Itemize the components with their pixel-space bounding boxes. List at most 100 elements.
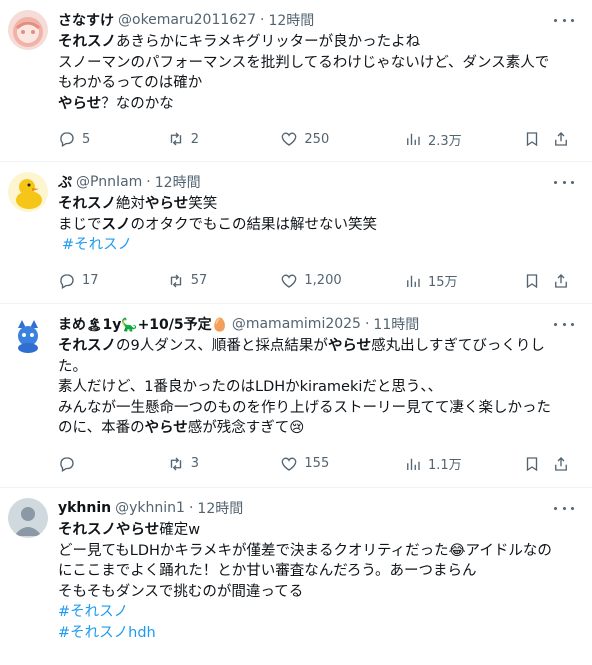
hashtag-link[interactable]: #それスノ (58, 602, 572, 623)
retweet-count: 3 (190, 456, 200, 471)
text-segment: やらせ (116, 522, 160, 538)
name-part: 1y (102, 317, 122, 333)
timeline: さなすけ @okemaru2011627 · 12時間 それスノあきらかにキラメ… (0, 0, 592, 665)
avatar[interactable] (8, 314, 48, 354)
display-name[interactable]: ykhnin (58, 500, 111, 516)
user-handle[interactable]: @PnnIam (76, 174, 142, 190)
reply-icon (60, 273, 74, 289)
text-segment: それスノ (58, 34, 116, 50)
views-button[interactable]: 2.3万 (404, 130, 523, 149)
text-line: まじでスノのオタクでもこの結果は解せない笑笑 (58, 215, 572, 236)
tweet[interactable]: さなすけ @okemaru2011627 · 12時間 それスノあきらかにキラメ… (0, 0, 592, 162)
separator-dot: · (364, 316, 370, 332)
text-line: スノーマンのパフォーマンスを批判してるわけじゃないけど、ダンス素人で (58, 53, 572, 74)
text-line: のに、本番のやらせ感が残念すぎて😢 (58, 418, 572, 439)
action-bar: 3 155 1.1万 (58, 445, 572, 483)
avatar[interactable] (8, 498, 48, 538)
bookmark-button[interactable] (523, 130, 553, 148)
text-segment: それスノ (58, 522, 116, 538)
display-name[interactable]: まめ🏝1y🦕+10/5予定🥚 (58, 314, 228, 334)
share-button[interactable] (552, 130, 572, 148)
retweet-button[interactable]: 2 (167, 130, 281, 148)
text-segment: 感が残念すぎて😢 (187, 420, 305, 436)
text-segment: まじで (58, 216, 102, 233)
timestamp[interactable]: 12時間 (268, 10, 314, 30)
text-segment: の9人ダンス、順番と採点結果が (116, 338, 328, 354)
text-segment: やらせ (145, 196, 189, 212)
heart-icon (282, 132, 297, 146)
reply-button[interactable]: 5 (58, 130, 167, 148)
tweet[interactable]: ykhnin @ykhnin1 · 12時間 それスノやらせ確定w どー見てもL… (0, 488, 592, 665)
text-segment: ？なのかな (101, 95, 174, 112)
heart-icon (282, 457, 297, 471)
like-button[interactable]: 155 (280, 455, 404, 473)
text-segment: みんなが一生懸命一つのものを作り上げるストーリー見てて凄く楽しかった (58, 399, 551, 416)
tweet-text: それスノ絶対やらせ笑笑 まじでスノのオタクでもこの結果は解せない笑笑 #それスノ (58, 194, 572, 256)
text-line: それスノあきらかにキラメキグリッターが良かったよね (58, 32, 572, 53)
hashtag-link[interactable]: #それスノhdh (58, 623, 572, 644)
more-icon[interactable] (554, 14, 574, 26)
share-icon (555, 456, 568, 471)
reply-button[interactable]: 17 (58, 272, 167, 290)
share-icon (555, 132, 568, 146)
text-line: た。 (58, 357, 572, 378)
views-icon (407, 275, 420, 287)
heart-icon (282, 274, 297, 288)
text-segment: のオタクでもこの結果は解せない笑笑 (130, 216, 378, 233)
hashtag-link[interactable]: #それスノ (58, 235, 572, 256)
bookmark-icon (526, 273, 537, 288)
avatar[interactable] (8, 172, 48, 212)
share-button[interactable] (552, 455, 572, 473)
bookmark-button[interactable] (523, 455, 553, 473)
text-line: それスノ絶対やらせ笑笑 (58, 194, 572, 215)
text-line: それスノやらせ確定w (58, 520, 572, 541)
more-icon[interactable] (554, 502, 574, 514)
like-button[interactable]: 250 (280, 130, 404, 148)
share-button[interactable] (552, 272, 572, 290)
reply-button[interactable] (58, 455, 167, 473)
like-count: 155 (304, 456, 330, 471)
view-count: 15万 (427, 275, 458, 290)
views-button[interactable]: 1.1万 (404, 454, 523, 473)
timestamp[interactable]: 12時間 (155, 172, 201, 192)
retweet-button[interactable]: 3 (167, 455, 281, 473)
timestamp[interactable]: 11時間 (373, 314, 419, 334)
text-segment: そもそもダンスで挑むのが間違ってる (58, 583, 304, 600)
name-emoji: 🥚 (211, 318, 228, 333)
display-name[interactable]: さなすけ (58, 10, 114, 30)
display-name[interactable]: ぷ (58, 172, 72, 192)
user-handle[interactable]: @mamamimi2025 (232, 316, 361, 332)
avatar[interactable] (8, 10, 48, 50)
text-line: 素人だけど、1番良かったのはLDHかkiramekiだと思う、、 (58, 377, 572, 398)
timestamp[interactable]: 12時間 (197, 498, 243, 518)
bookmark-button[interactable] (523, 272, 553, 290)
more-icon[interactable] (554, 176, 574, 188)
like-button[interactable]: 1,200 (280, 272, 404, 290)
text-segment: もわかるってのは確か (58, 75, 203, 91)
action-bar: 17 57 1,200 15万 (58, 262, 572, 300)
retweet-count: 57 (190, 273, 208, 288)
reply-icon (60, 132, 74, 147)
retweet-button[interactable]: 57 (167, 272, 281, 290)
user-handle[interactable]: @ykhnin1 (115, 500, 185, 516)
more-icon[interactable] (554, 318, 574, 330)
name-emoji: 🦕 (121, 318, 138, 333)
text-segment: た。 (58, 358, 87, 375)
text-segment: 確定w (159, 522, 201, 538)
tweet[interactable]: まめ🏝1y🦕+10/5予定🥚 @mamamimi2025 · 11時間 それスノ… (0, 304, 592, 488)
text-segment: のに、本番の (58, 420, 145, 436)
share-icon (555, 273, 568, 288)
views-icon (407, 133, 420, 145)
separator-dot: · (146, 174, 151, 190)
tweet-text: それスノの9人ダンス、順番と採点結果がやらせ感丸出しすぎてびっくりし た。 素人… (58, 336, 572, 439)
tweet[interactable]: ぷ @PnnIam · 12時間 それスノ絶対やらせ笑笑 まじでスノのオタクでも… (0, 162, 592, 304)
retweet-icon (170, 457, 181, 470)
text-segment: にここまでよく踊れた！とか甘い審査なんだろう。あーつまらん (58, 563, 477, 579)
text-segment: 笑笑 (188, 196, 218, 212)
views-button[interactable]: 15万 (404, 271, 523, 290)
reply-count: 17 (82, 273, 99, 288)
text-line: やらせ？なのかな (58, 94, 572, 115)
text-segment: 感丸出しすぎてびっくりし (371, 338, 545, 354)
text-line: もわかるってのは確か (58, 73, 572, 94)
user-handle[interactable]: @okemaru2011627 (118, 12, 256, 28)
